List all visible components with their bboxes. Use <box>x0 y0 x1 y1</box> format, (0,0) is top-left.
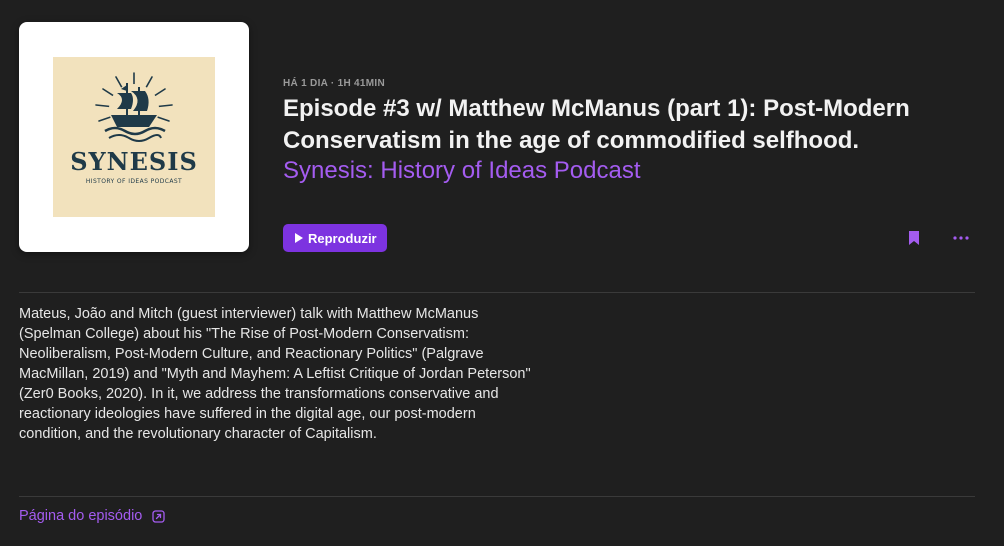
episode-meta: HÁ 1 DIA · 1H 41MIN <box>283 78 386 89</box>
artwork-subtitle: HISTORY OF IDEAS PODCAST <box>85 178 183 185</box>
episode-page-link-label: Página do episódio <box>19 508 143 524</box>
episode-page: SYNESIS HISTORY OF IDEAS PODCAST HÁ 1 DI… <box>0 0 1004 546</box>
external-link-icon <box>152 509 166 523</box>
episode-page-link[interactable]: Página do episódio <box>19 508 166 524</box>
show-name-link[interactable]: Synesis: History of Ideas Podcast <box>283 156 641 186</box>
play-button[interactable]: Reproduzir <box>283 224 387 252</box>
play-button-label: Reproduzir <box>308 230 377 246</box>
divider-bottom <box>19 496 975 497</box>
bookmark-button[interactable] <box>904 227 924 249</box>
more-icon <box>953 236 969 240</box>
podcast-artwork: SYNESIS HISTORY OF IDEAS PODCAST <box>19 22 249 252</box>
artwork-title: SYNESIS <box>70 147 198 176</box>
more-options-button[interactable] <box>950 227 972 249</box>
ship-logo-icon <box>95 72 173 142</box>
divider-top <box>19 292 975 293</box>
play-icon <box>295 233 303 243</box>
episode-description: Mateus, João and Mitch (guest interviewe… <box>19 306 531 442</box>
episode-title: Episode #3 w/ Matthew McManus (part 1): … <box>283 95 910 154</box>
bookmark-icon <box>909 231 919 245</box>
artwork-logo: SYNESIS HISTORY OF IDEAS PODCAST <box>53 57 215 217</box>
